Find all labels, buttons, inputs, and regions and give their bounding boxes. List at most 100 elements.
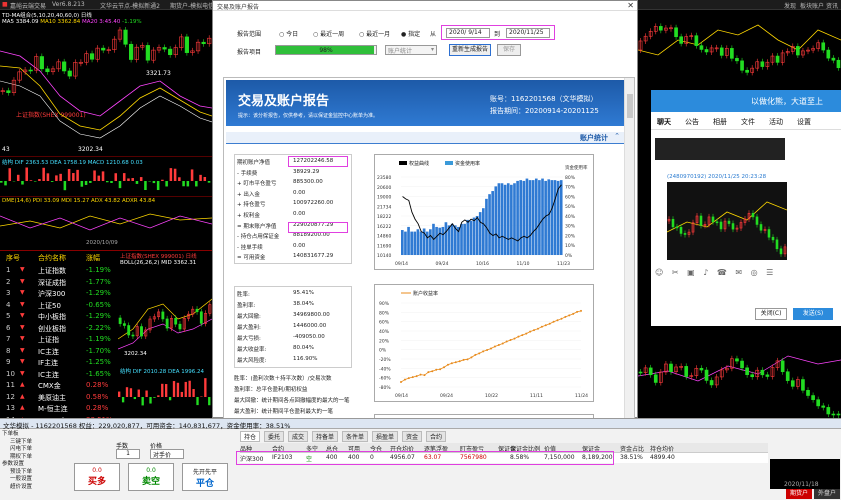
sell-button[interactable]: 0.0 卖空 bbox=[128, 463, 174, 491]
return-point bbox=[544, 324, 547, 327]
period-value: 20200914-20201125 bbox=[525, 107, 599, 115]
y-tick-right: 20% bbox=[565, 233, 576, 239]
mid-kline-chart[interactable]: 上证指数(SHEX 999001) 日线 BOLL(26,26,2) MID 3… bbox=[118, 250, 212, 418]
futures-account-button[interactable]: 期货户 bbox=[786, 489, 812, 499]
close-position-button[interactable]: 先开先平 平仓 bbox=[182, 463, 228, 491]
position-tab[interactable]: 资金 bbox=[402, 431, 423, 442]
candle bbox=[740, 360, 744, 369]
radio-today[interactable]: ○ 今日 bbox=[279, 29, 298, 38]
tree-3[interactable]: 期权下单 bbox=[2, 454, 60, 462]
right-lower-chart[interactable] bbox=[637, 326, 841, 418]
mid-macd: 结构 DIF 2010.28 DEA 1996.24 bbox=[120, 369, 204, 375]
row-chg: 0.58% bbox=[86, 392, 109, 401]
radio-week[interactable]: ○ 最近一周 bbox=[313, 29, 344, 38]
usage-bar bbox=[550, 180, 554, 255]
right-link-find[interactable]: 发现 bbox=[784, 1, 796, 10]
candle bbox=[161, 311, 165, 320]
y-tick-left: 14860 bbox=[377, 234, 391, 240]
row-index: 7 bbox=[6, 335, 11, 343]
position-tab[interactable]: 合约 bbox=[426, 431, 447, 442]
macd-bar bbox=[208, 397, 211, 406]
macd-bar bbox=[46, 173, 50, 181]
tab-activity[interactable]: 活动 bbox=[769, 117, 783, 127]
close-button[interactable]: 关闭(C) bbox=[755, 308, 787, 320]
close-icon[interactable]: ✕ bbox=[627, 1, 634, 10]
price-input[interactable]: 对手价 bbox=[150, 449, 184, 459]
position-tab[interactable]: 持仓 bbox=[240, 431, 261, 442]
chat-image-2[interactable] bbox=[666, 182, 788, 260]
watchlist[interactable]: 序号 合约名称 涨幅 1 ▼ 上证指数 -1.19% 2 ▼ 深证成指 -1.77% 3 ▼ 沪深3… bbox=[0, 250, 118, 425]
foreign-account-button[interactable]: 外盘户 bbox=[814, 489, 840, 499]
return-point bbox=[462, 358, 465, 361]
tab-files[interactable]: 文件 bbox=[741, 117, 755, 127]
pct-change: -1.19% bbox=[122, 19, 142, 25]
radio-custom[interactable]: ● 指定 bbox=[401, 29, 420, 38]
left-kline-chart[interactable]: TD-MA组合(5,10,20,40,60,0) 日线 MA5 3384.09 … bbox=[0, 10, 212, 250]
collapse-icon[interactable]: ⌃ bbox=[614, 132, 620, 140]
macd-bar bbox=[93, 170, 96, 181]
col-header[interactable]: 资金占比 bbox=[620, 444, 644, 453]
toolbar-icons[interactable]: ☺ ✂ ▣ ♪ ☎ ✉ ◎ ☰ bbox=[655, 268, 776, 277]
scroll-thumb[interactable] bbox=[627, 94, 633, 118]
right-link-sector[interactable]: 板块 bbox=[800, 1, 812, 10]
candle bbox=[674, 27, 678, 38]
to-date-input[interactable]: 2020/11/25 bbox=[506, 28, 550, 38]
tree-5[interactable]: 预设下单 bbox=[2, 469, 60, 477]
usage-bar bbox=[466, 219, 470, 255]
buy-button[interactable]: 0.0 买多 bbox=[74, 463, 120, 491]
usage-bar bbox=[429, 229, 432, 255]
tab-notice[interactable]: 公告 bbox=[685, 117, 699, 127]
right-link-news[interactable]: 资讯 bbox=[826, 1, 838, 10]
dmi-chart bbox=[0, 213, 212, 231]
trade-panel[interactable]: 文华模拟 - 1162201568 权益：229,020,877，可用资金：14… bbox=[0, 418, 841, 500]
position-tab[interactable]: 持备单 bbox=[312, 431, 339, 442]
return-point bbox=[439, 368, 442, 371]
position-tab[interactable]: 损盈单 bbox=[372, 431, 399, 442]
tree-0[interactable]: 下单板 bbox=[2, 431, 60, 439]
position-tab[interactable]: 成交 bbox=[288, 431, 309, 442]
report-combo[interactable]: 账户统计 ▾ bbox=[385, 45, 437, 55]
report-view[interactable]: 交易及账户报告 提示：该分析报告，仅供参考，请以保证金监控中心账单为准。 账号：… bbox=[223, 77, 635, 419]
section-title: 账户统计 bbox=[580, 134, 608, 142]
save-button[interactable]: 保存 bbox=[497, 44, 521, 56]
regenerate-button[interactable]: 重新生成报告 bbox=[449, 44, 491, 56]
order-tree[interactable]: 下单板 三键下单 闪电下单 期权下单 参数设置 预设下单 一般设置 超价设置 bbox=[2, 431, 60, 491]
tab-account[interactable]: 期货户-模拟电信 bbox=[170, 1, 214, 10]
right-link-account[interactable]: 账户 bbox=[812, 1, 824, 10]
tab-node[interactable]: 文华云节点-模拟新通2 bbox=[100, 1, 160, 10]
candle bbox=[174, 317, 178, 325]
usage-bar bbox=[438, 227, 442, 255]
usage-bar bbox=[494, 186, 498, 255]
report-dialog[interactable]: 交易及账户报告 ✕ 报告范围 ○ 今日 ○ 最近一周 ○ 最近一月 ● 指定 从… bbox=[212, 0, 638, 419]
report-scrollbar[interactable] bbox=[624, 78, 634, 418]
qty-input[interactable]: 1 bbox=[116, 449, 140, 459]
ratio-row: 最大风险度: 116.90% bbox=[237, 355, 351, 365]
candle bbox=[178, 323, 182, 330]
row-chg: -0.65% bbox=[86, 300, 111, 309]
position-tab[interactable]: 委托 bbox=[264, 431, 285, 442]
chat-image-1[interactable] bbox=[655, 138, 785, 160]
tree-4[interactable]: 参数设置 bbox=[2, 461, 60, 469]
candle bbox=[771, 236, 775, 241]
right-kline-chart[interactable] bbox=[637, 10, 841, 90]
macd-bar bbox=[207, 181, 211, 183]
macd-bar bbox=[145, 390, 148, 397]
position-tab[interactable]: 条件单 bbox=[342, 431, 369, 442]
macd-bar bbox=[144, 181, 147, 191]
col-header[interactable]: 持仓均价 bbox=[650, 444, 674, 453]
chat-panel[interactable]: 以做化熊，大道至上 聊天 公告 相册 文件 活动 设置 (2480970192)… bbox=[651, 90, 841, 326]
tab-settings[interactable]: 设置 bbox=[797, 117, 811, 127]
send-button[interactable]: 发送(S) bbox=[793, 308, 833, 320]
tree-1[interactable]: 三键下单 bbox=[2, 439, 60, 447]
tree-2[interactable]: 闪电下单 bbox=[2, 446, 60, 454]
tab-album[interactable]: 相册 bbox=[713, 117, 727, 127]
from-date-input[interactable]: 2020/ 9/14 bbox=[446, 28, 490, 38]
radio-month[interactable]: ○ 最近一月 bbox=[359, 29, 390, 38]
tab-chat[interactable]: 聊天 bbox=[657, 117, 671, 127]
macd-bar bbox=[137, 389, 140, 397]
arrow-icon: ▲ bbox=[20, 381, 25, 388]
section-bar[interactable]: 账户统计 ⌃ bbox=[226, 132, 624, 144]
tree-6[interactable]: 一般设置 bbox=[2, 476, 60, 484]
usage-bar bbox=[441, 226, 445, 255]
tree-7[interactable]: 超价设置 bbox=[2, 484, 60, 492]
